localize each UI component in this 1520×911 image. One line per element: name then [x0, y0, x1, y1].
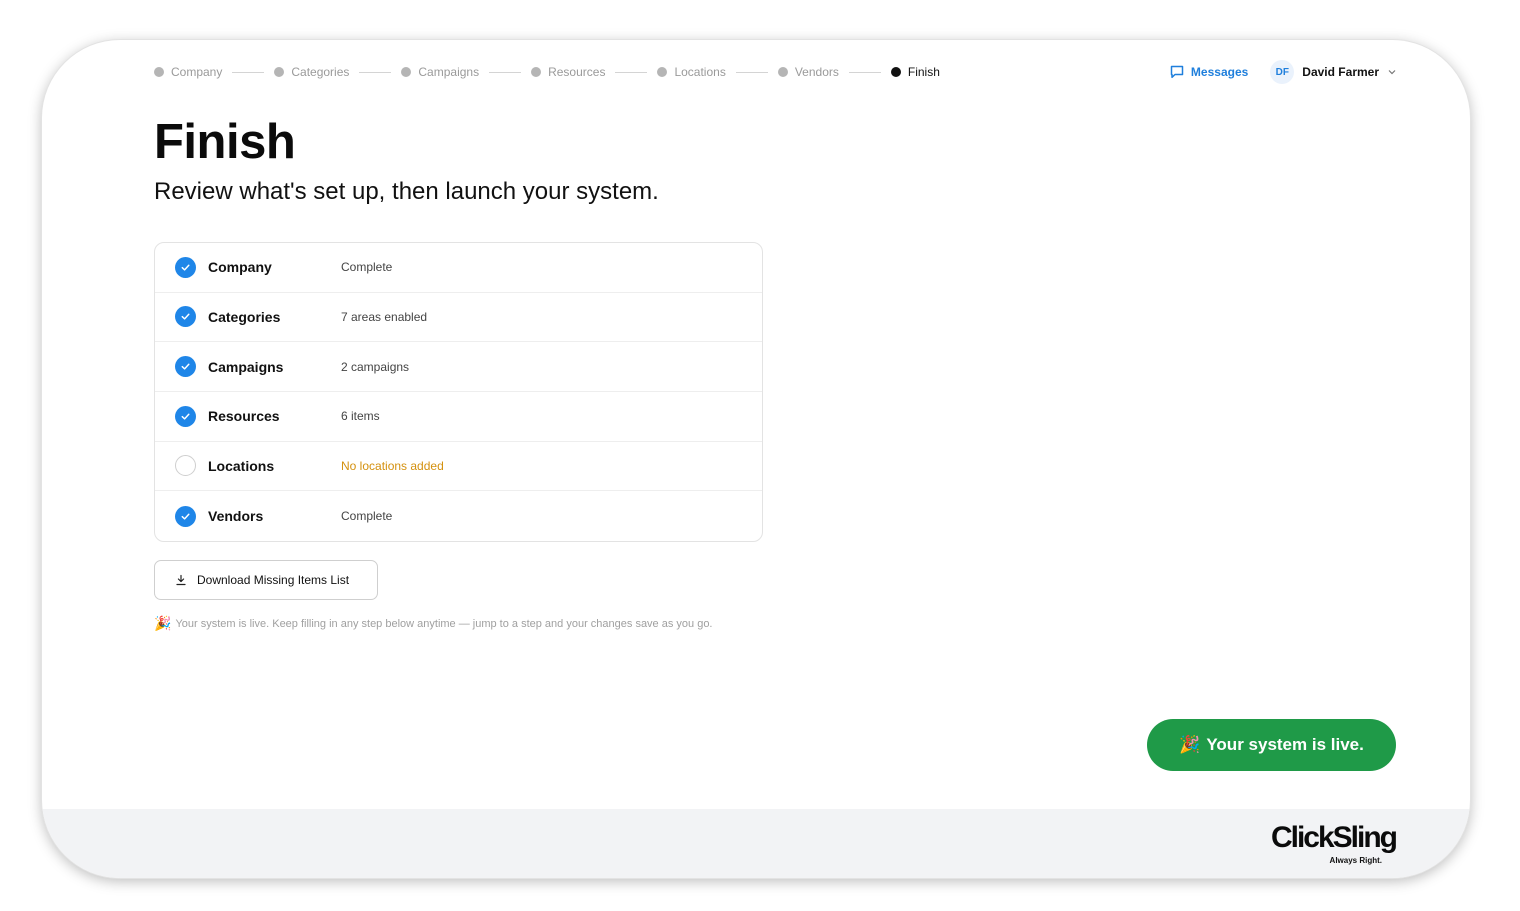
user-name: David Farmer [1302, 65, 1379, 79]
progress-stepper: Company Categories Campaigns Resources L… [154, 64, 940, 80]
messages-link[interactable]: Messages [1169, 64, 1248, 80]
step-label: Locations [674, 65, 726, 79]
step-dot [531, 67, 542, 77]
download-missing-items-button[interactable]: Download Missing Items List [154, 560, 378, 600]
summary-row-label: Resources [208, 408, 280, 425]
system-live-label: Your system is live. [1206, 735, 1364, 754]
step-connector [359, 71, 392, 73]
logo-tagline: Always Right. [1329, 856, 1382, 865]
step-connector [848, 71, 881, 73]
status-note-text: Your system is live. Keep filling in any… [175, 617, 713, 630]
step-company[interactable]: Company [154, 65, 222, 79]
summary-row-locations[interactable]: Locations No locations added [155, 442, 762, 492]
step-dot [401, 67, 412, 77]
step-dot [657, 67, 668, 77]
summary-row-campaigns[interactable]: Campaigns 2 campaigns [155, 342, 762, 392]
summary-row-resources[interactable]: Resources 6 items [155, 392, 762, 442]
checkmark-circle-icon [175, 256, 196, 278]
summary-row-status: Complete [341, 509, 393, 524]
step-dot [274, 67, 285, 77]
step-label: Vendors [794, 65, 839, 79]
step-dot [154, 67, 164, 77]
step-locations[interactable]: Locations [657, 65, 726, 79]
summary-row-label: Company [208, 259, 272, 276]
brand-logo: ClickSling Always Right. [1270, 821, 1398, 866]
checkmark-circle-icon [175, 306, 196, 328]
step-resources[interactable]: Resources [531, 65, 605, 79]
checkmark-circle-icon [175, 356, 196, 378]
download-icon [176, 574, 186, 586]
page-title: Finish [154, 115, 296, 169]
download-button-label: Download Missing Items List [197, 573, 350, 587]
step-label: Categories [291, 65, 350, 79]
step-categories[interactable]: Categories [274, 65, 349, 79]
step-label: Campaigns [418, 65, 480, 79]
status-note: 🎉 Your system is live. Keep filling in a… [154, 615, 713, 632]
checkmark-circle-icon [175, 405, 196, 427]
step-campaigns[interactable]: Campaigns [401, 65, 479, 79]
summary-row-status: 2 campaigns [341, 359, 410, 374]
step-label: Finish [907, 65, 940, 79]
avatar: DF [1270, 60, 1295, 84]
summary-row-label: Vendors [208, 508, 264, 525]
system-live-button[interactable]: 🎉 Your system is live. [1147, 719, 1396, 771]
summary-row-status: No locations added [341, 458, 444, 473]
summary-row-label: Locations [208, 457, 275, 474]
header-actions: Messages DF David Farmer [1169, 60, 1396, 84]
summary-row-label: Campaigns [208, 358, 284, 375]
user-menu[interactable]: DF David Farmer [1270, 60, 1396, 84]
step-label: Resources [548, 65, 606, 79]
step-dot-active [890, 67, 901, 77]
summary-row-status: 6 items [341, 409, 380, 424]
footer-bar: ClickSling Always Right. [42, 809, 1470, 878]
chat-bubble-icon [1170, 65, 1184, 79]
step-label: Company [171, 65, 223, 79]
step-vendors[interactable]: Vendors [777, 65, 839, 79]
party-popper-icon: 🎉 [154, 615, 172, 631]
app-window: Company Categories Campaigns Resources L… [42, 40, 1470, 878]
summary-row-status: Complete [341, 260, 393, 275]
summary-row-company[interactable]: Company Complete [155, 243, 762, 293]
logo-wordmark: ClickSling [1270, 821, 1398, 854]
summary-row-categories[interactable]: Categories 7 areas enabled [155, 293, 762, 343]
party-popper-icon: 🎉 [1179, 735, 1201, 754]
step-connector [615, 71, 648, 73]
page-subtitle: Review what's set up, then launch your s… [154, 178, 659, 205]
summary-row-status: 7 areas enabled [341, 309, 428, 324]
summary-row-label: Categories [208, 308, 281, 325]
summary-row-vendors[interactable]: Vendors Complete [155, 491, 762, 541]
step-dot [777, 67, 788, 77]
chevron-down-icon [1388, 70, 1396, 75]
checkmark-circle-icon [175, 505, 196, 527]
setup-summary-card: Company Complete Categories 7 areas enab… [154, 242, 763, 542]
messages-label: Messages [1190, 65, 1249, 79]
step-finish[interactable]: Finish [890, 65, 940, 79]
step-connector [489, 71, 522, 73]
empty-circle-icon [175, 455, 196, 477]
step-connector [735, 71, 768, 73]
step-connector [232, 71, 265, 73]
